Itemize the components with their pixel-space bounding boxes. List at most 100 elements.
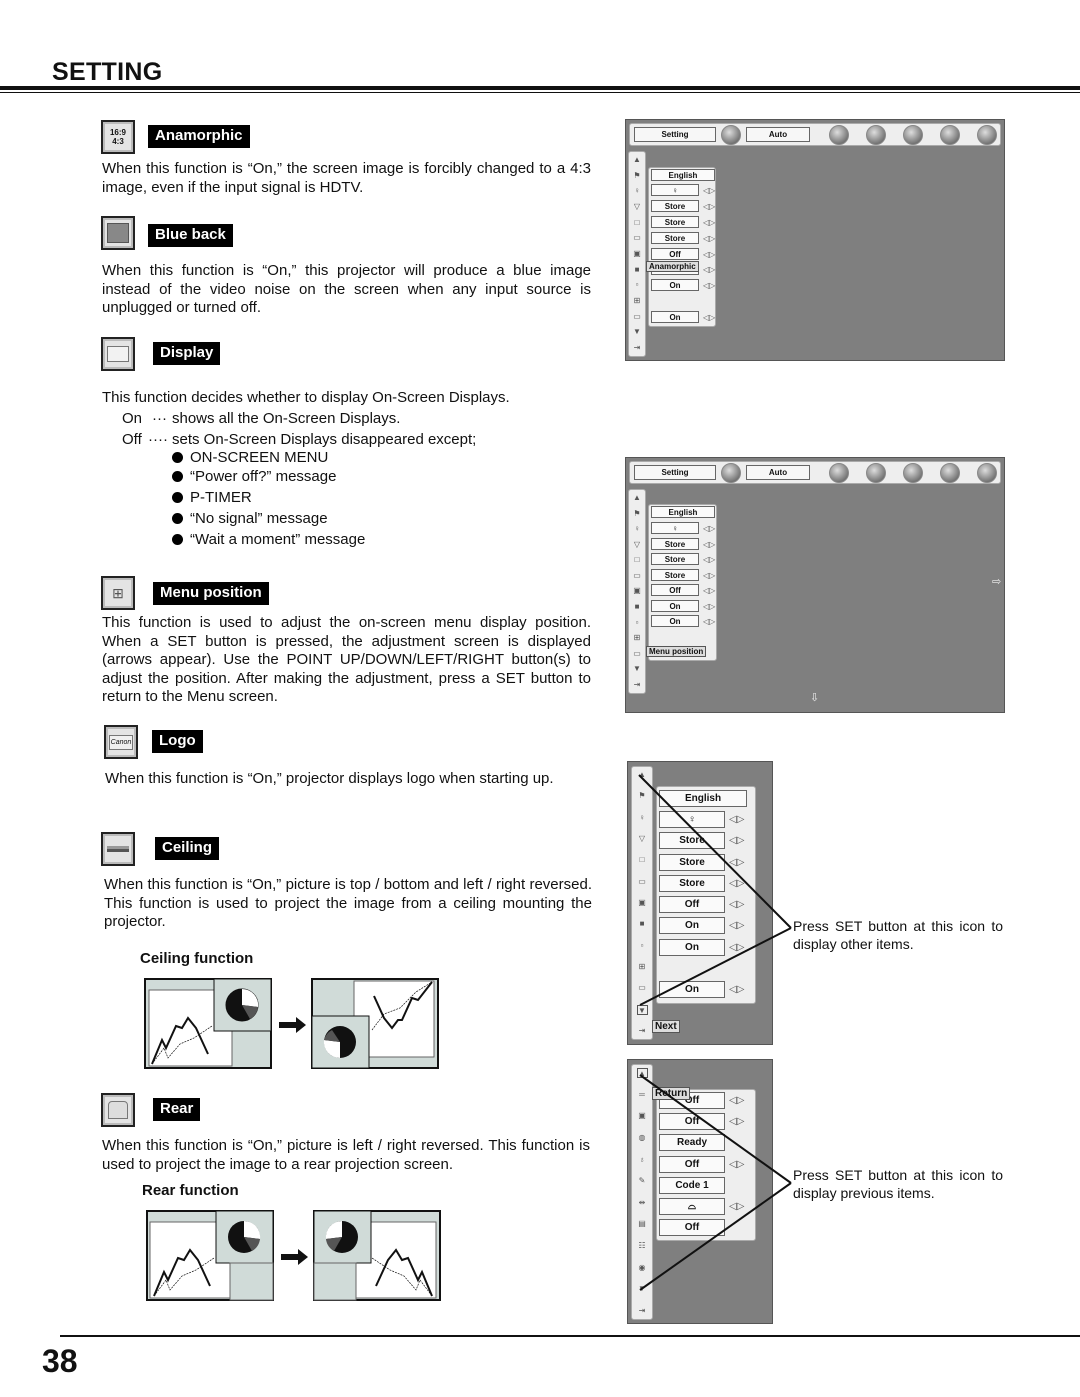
left-right-arrow-icon[interactable]: ◁▷ [703, 571, 715, 580]
osd-setting-icon[interactable] [977, 462, 997, 483]
osd-value[interactable]: Off [651, 584, 699, 596]
osd-color-icon[interactable] [866, 462, 886, 483]
keystone-icon: ▽ [633, 539, 641, 549]
left-right-arrow-icon[interactable]: ◁▷ [703, 234, 715, 243]
osd-value[interactable]: On [651, 600, 699, 612]
exit-icon[interactable]: ⇥ [632, 680, 643, 690]
footer-rule [60, 1335, 1080, 1337]
exit-icon[interactable]: ⇥ [637, 1306, 648, 1316]
down-arrow-icon[interactable]: ▼ [632, 327, 643, 337]
blue-back-description: When this function is “On,” this project… [102, 262, 591, 316]
display-off-label: Off [122, 431, 142, 448]
page-number: 38 [42, 1343, 78, 1379]
left-right-arrow-icon[interactable]: ◁▷ [703, 602, 715, 611]
osd-value[interactable]: On [651, 615, 699, 627]
osd-side-icons: ▲ ⚑ ♀ ▽ □ ▭ ▣ ■ ▫ ⊞ ▭ ▼ ⇥ [628, 151, 646, 357]
page-title: SETTING [52, 58, 163, 86]
osd-image-adjust-icon[interactable] [829, 462, 849, 483]
rear-after-image [313, 1210, 441, 1301]
display-bullet-item: “Power off?” message [172, 468, 336, 485]
osd-sound-icon[interactable] [940, 462, 960, 483]
osd-value[interactable]: Store [651, 538, 699, 550]
language-icon: ⚑ [633, 508, 641, 518]
display-on-dots: ··· [152, 410, 167, 427]
bullet-icon [172, 534, 183, 545]
anamorphic-label: Anamorphic [148, 125, 250, 148]
left-right-arrow-icon[interactable]: ◁▷ [703, 202, 715, 211]
left-right-arrow-icon[interactable]: ◁▷ [703, 186, 715, 195]
left-right-arrow-icon[interactable]: ◁▷ [703, 586, 715, 595]
osd-tools-icon[interactable] [721, 462, 741, 483]
exit-icon[interactable]: ⇥ [632, 343, 643, 353]
frame-icon: ▭ [633, 570, 641, 580]
osd-setting-button[interactable]: Setting [634, 465, 716, 480]
osd-menu-bar: Setting Auto [629, 123, 1001, 146]
osd-auto-button[interactable]: Auto [746, 127, 810, 142]
blue-back-small-icon: ■ [634, 264, 640, 274]
rear-arrow-icon [281, 1249, 308, 1265]
frame-icon: ▭ [633, 233, 641, 243]
osd-tooltip: Menu position [646, 646, 707, 657]
rear-figure-title: Rear function [142, 1182, 239, 1199]
left-right-arrow-icon[interactable]: ◁▷ [703, 524, 715, 533]
left-right-arrow-icon[interactable]: ◁▷ [703, 313, 715, 322]
display-on-text: shows all the On-Screen Displays. [172, 410, 401, 427]
left-right-arrow-icon[interactable]: ◁▷ [703, 617, 715, 626]
osd-screen-icon[interactable] [903, 124, 923, 145]
bullet-icon [172, 492, 183, 503]
display-bullet-item: ON-SCREEN MENU [172, 449, 328, 466]
left-right-arrow-icon[interactable]: ◁▷ [703, 540, 715, 549]
osd-value[interactable]: Store [651, 216, 699, 228]
display-bullet-item: “Wait a moment” message [172, 531, 365, 548]
ceiling-arrow-icon [279, 1017, 306, 1033]
osd-value[interactable]: English [651, 169, 715, 181]
left-right-arrow-icon[interactable]: ◁▷ [703, 555, 715, 564]
left-right-arrow-icon[interactable]: ◁▷ [703, 218, 715, 227]
osd-value[interactable]: Store [651, 569, 699, 581]
left-right-arrow-icon[interactable]: ◁▷ [703, 250, 715, 259]
osd-value[interactable]: ♀ [651, 522, 699, 534]
logo-small-icon: ▭ [633, 311, 641, 321]
osd-color-icon[interactable] [866, 124, 886, 145]
blue-back-small-icon: ■ [634, 602, 640, 612]
osd-value[interactable]: Off [651, 248, 699, 260]
osd-tools-icon[interactable] [721, 124, 741, 145]
osd-setting-button[interactable]: Setting [634, 127, 716, 142]
exit-icon[interactable]: ⇥ [637, 1026, 648, 1036]
osd-value[interactable]: ♀ [651, 184, 699, 196]
osd-screenshot-anamorphic: Setting Auto ▲ ⚑ ♀ ▽ □ ▭ ▣ ■ ▫ ⊞ ▭ ▼ ⇥ E… [625, 119, 1005, 361]
osd-value[interactable]: On [651, 279, 699, 291]
display-on-label: On [122, 410, 143, 427]
osd-value[interactable]: English [651, 506, 715, 518]
down-arrow-icon[interactable]: ▼ [632, 664, 643, 674]
menu-position-description: This function is used to adjust the on-s… [102, 614, 591, 705]
display-intro: This function decides whether to display… [102, 389, 510, 406]
osd-image-adjust-icon[interactable] [829, 124, 849, 145]
osd-value[interactable]: On [651, 311, 699, 323]
osd-values-panel: English ♀ ◁▷ Store ◁▷ Store ◁▷ Store ◁▷ Off ◁… [648, 167, 716, 327]
osd-value[interactable]: Store [651, 232, 699, 244]
up-arrow-icon[interactable]: ▲ [632, 155, 643, 165]
rear-diagram [146, 1210, 441, 1301]
anamorphic-small-icon: ▣ [633, 248, 641, 258]
display-small-icon: ▫ [635, 280, 639, 290]
osd-value[interactable]: Store [651, 200, 699, 212]
left-right-arrow-icon[interactable]: ◁▷ [703, 265, 715, 274]
rear-description: When this function is “On,” picture is l… [102, 1137, 590, 1173]
osd-setting-icon[interactable] [977, 124, 997, 145]
osd-value[interactable]: Store [651, 553, 699, 565]
lamp-icon: ♀ [634, 186, 640, 196]
ceiling-icon [101, 832, 135, 866]
header-rule-thin [0, 92, 1080, 93]
ceiling-description: When this function is “On,” picture is t… [104, 876, 592, 930]
osd-tooltip: Next [652, 1020, 680, 1033]
osd-auto-button[interactable]: Auto [746, 465, 810, 480]
osd-screen-icon[interactable] [903, 462, 923, 483]
ceiling-before-image [144, 978, 272, 1069]
up-arrow-icon[interactable]: ▲ [632, 493, 643, 503]
rear-icon [101, 1093, 135, 1127]
osd-sound-icon[interactable] [940, 124, 960, 145]
osd-side-icons: ▲ ⚑ ♀ ▽ □ ▭ ▣ ■ ▫ ⊞ ▭ ▼ ⇥ [628, 489, 646, 694]
bullet-icon [172, 513, 183, 524]
left-right-arrow-icon[interactable]: ◁▷ [703, 281, 715, 290]
